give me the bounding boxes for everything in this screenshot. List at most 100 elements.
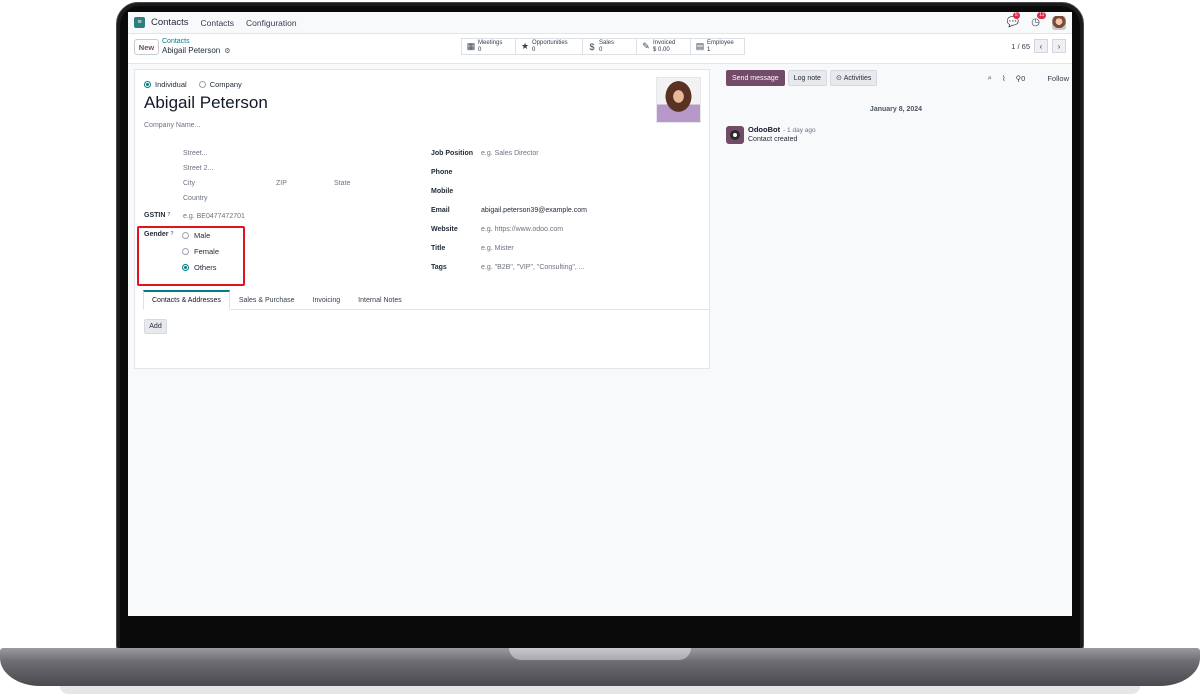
city-input[interactable]: City xyxy=(183,180,195,187)
tags-label: Tags xyxy=(431,264,447,271)
id-card-icon: ▤ xyxy=(695,41,705,51)
street-input[interactable]: Street... xyxy=(183,150,208,157)
chat-badge: 5 xyxy=(1012,12,1020,19)
sales-button[interactable]: $ Sales 0 xyxy=(582,38,637,55)
gender-option-male[interactable]: Male xyxy=(182,231,210,240)
company-radio[interactable] xyxy=(198,81,206,88)
company-name-input[interactable]: Company Name... xyxy=(144,122,200,129)
dollar-icon: $ xyxy=(589,41,595,52)
activities-button[interactable]: ⊙ Activities xyxy=(829,70,878,86)
individual-label[interactable]: Individual xyxy=(155,80,187,89)
sales-value: 0 xyxy=(599,46,603,53)
pager-value[interactable]: 1 / 65 xyxy=(1011,42,1030,51)
message-time: - 1 day ago xyxy=(783,127,816,134)
gender-help-icon[interactable]: ? xyxy=(170,231,173,237)
gstin-input[interactable]: e.g. BE0477472701 xyxy=(183,213,245,220)
send-message-button[interactable]: Send message xyxy=(726,70,785,86)
menu-configuration[interactable]: Configuration xyxy=(246,18,297,28)
company-type-radio: Individual Company xyxy=(144,80,242,89)
record-title: Abigail Peterson ⚙ xyxy=(162,46,231,55)
phone-label: Phone xyxy=(431,169,453,176)
calendar-icon: ▦ xyxy=(466,41,476,51)
tab-sales-purchase[interactable]: Sales & Purchase xyxy=(230,290,304,310)
laptop-shadow xyxy=(60,686,1140,694)
gender-option-female[interactable]: Female xyxy=(182,247,219,256)
male-radio[interactable] xyxy=(182,232,189,239)
star-icon: ★ xyxy=(520,41,530,51)
tab-contacts-addresses[interactable]: Contacts & Addresses xyxy=(143,290,230,310)
message-author: OdooBot - 1 day ago xyxy=(748,125,816,134)
street2-input[interactable]: Street 2... xyxy=(183,165,213,172)
date-separator: January 8, 2024 xyxy=(869,106,923,113)
paperclip-icon[interactable]: ⌇ xyxy=(1002,74,1006,83)
website-label: Website xyxy=(431,226,458,233)
clock-icon[interactable]: ◷ 11 xyxy=(1031,12,1047,28)
next-icon[interactable]: › xyxy=(1052,39,1066,53)
search-icon[interactable]: ⌕ xyxy=(988,73,992,83)
contact-name-input[interactable]: Abigail Peterson xyxy=(144,93,268,113)
zip-input[interactable]: ZIP xyxy=(276,180,287,187)
notebook-tabs: Contacts & Addresses Sales & Purchase In… xyxy=(143,290,709,310)
pager: 1 / 65 ‹ › xyxy=(1011,39,1066,53)
form-sheet: Individual Company Abigail Peterson Comp… xyxy=(134,69,710,369)
female-radio[interactable] xyxy=(182,248,189,255)
gstin-help-icon[interactable]: ? xyxy=(167,212,170,218)
opportunities-button[interactable]: ★ Opportunities 0 xyxy=(515,38,583,55)
tab-internal-notes[interactable]: Internal Notes xyxy=(349,290,411,310)
follow-button[interactable]: Follow xyxy=(1047,74,1069,83)
state-select[interactable]: State xyxy=(334,180,350,187)
opportunities-value: 0 xyxy=(532,46,536,53)
previous-icon[interactable]: ‹ xyxy=(1034,39,1048,53)
log-note-button[interactable]: Log note xyxy=(787,70,827,86)
add-contact-button[interactable]: Add xyxy=(144,319,167,334)
gender-option-others[interactable]: Others xyxy=(182,263,217,272)
menu-contacts[interactable]: Contacts xyxy=(201,18,235,28)
new-button[interactable]: New xyxy=(134,39,159,55)
gstin-label: GSTIN ? xyxy=(144,212,171,219)
country-select[interactable]: Country xyxy=(183,195,208,202)
smart-buttons: ▦ Meetings 0 ★ Opportunities 0 $ Sales 0 ✎ … xyxy=(461,38,745,55)
invoiced-button[interactable]: ✎ Invoiced $ 0.00 xyxy=(636,38,691,55)
job-position-label: Job Position xyxy=(431,150,473,157)
control-panel: New Contacts Abigail Peterson ⚙ ▦ Meetin… xyxy=(128,34,1072,64)
website-input[interactable]: e.g. https://www.odoo.com xyxy=(481,226,563,233)
mobile-label: Mobile xyxy=(431,188,454,195)
user-avatar[interactable] xyxy=(1052,15,1066,30)
gear-icon[interactable]: ⚙ xyxy=(224,47,230,55)
employee-button[interactable]: ▤ Employee 1 xyxy=(690,38,745,55)
job-position-input[interactable]: e.g. Sales Director xyxy=(481,150,539,157)
employee-value: 1 xyxy=(707,46,711,53)
laptop-notch xyxy=(509,648,691,660)
followers-button[interactable]: ⚲0 xyxy=(1016,74,1026,83)
company-label[interactable]: Company xyxy=(210,80,242,89)
employee-label: Employee xyxy=(707,39,734,46)
meetings-button[interactable]: ▦ Meetings 0 xyxy=(461,38,516,55)
sales-label: Sales xyxy=(599,39,615,46)
gender-label: Gender ? xyxy=(144,231,174,238)
contact-photo[interactable] xyxy=(656,77,701,123)
chatter-toolbar: Send message Log note ⊙ Activities ⌕ ⌇ ⚲… xyxy=(726,69,1072,87)
clock-icon: ⊙ xyxy=(835,75,844,82)
opportunities-label: Opportunities xyxy=(532,39,568,46)
invoiced-value: $ 0.00 xyxy=(653,46,670,53)
invoiced-label: Invoiced xyxy=(653,39,676,46)
meetings-value: 0 xyxy=(478,46,482,53)
tab-invoicing[interactable]: Invoicing xyxy=(304,290,350,310)
app-brand[interactable]: Contacts xyxy=(151,17,189,28)
email-input[interactable]: abigail.peterson39@example.com xyxy=(481,207,587,214)
title-select[interactable]: e.g. Mister xyxy=(481,245,514,252)
individual-radio[interactable] xyxy=(144,81,151,88)
pencil-square-icon: ✎ xyxy=(642,41,650,51)
top-navbar: ≡ Contacts Contacts Configuration 💬 5 ◷ 11 xyxy=(128,12,1072,34)
title-label: Title xyxy=(431,245,446,252)
app-menu-icon[interactable]: ≡ xyxy=(134,17,145,28)
chat-icon[interactable]: 💬 5 xyxy=(1007,12,1020,28)
meetings-label: Meetings xyxy=(478,39,503,46)
breadcrumb[interactable]: Contacts xyxy=(162,38,190,45)
others-radio[interactable] xyxy=(182,264,189,271)
tags-input[interactable]: e.g. "B2B", "VIP", "Consulting", ... xyxy=(481,264,585,271)
record-title-text: Abigail Peterson xyxy=(162,46,221,55)
message-body: Contact created xyxy=(748,136,798,143)
activity-badge: 11 xyxy=(1037,12,1047,19)
email-label: Email xyxy=(431,207,450,214)
